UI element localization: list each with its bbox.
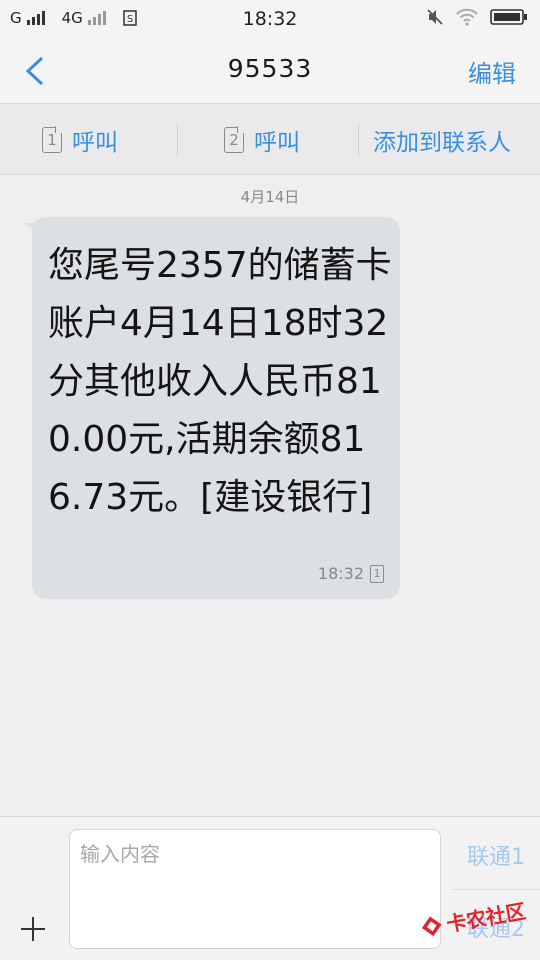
message-text: 您尾号2357的储蓄卡账户4月14日18时32分其他收入人民币810.00元,活… [48,245,392,518]
sim1-icon: 1 [370,564,384,583]
call-actions-bar: 1 呼叫 2 呼叫 添加到联系人 [0,105,540,175]
message-time: 18:32 [317,564,364,583]
sim1-icon: 1 [42,127,62,153]
mute-icon [427,9,443,25]
action-divider [177,124,178,156]
wifi-icon [456,8,478,26]
send-sim1-button[interactable]: 联通1 [452,839,540,871]
message-meta: 18:32 1 [318,564,384,583]
battery-icon [490,9,527,25]
message-date: 4月14日 [240,188,300,206]
conversation-header: 95533 编辑 [0,36,540,104]
call-sim1-label: 呼叫 [72,130,118,156]
status-right [426,8,528,26]
add-attachment-icon[interactable] [18,914,48,944]
call-sim1-button[interactable]: 1 呼叫 [42,123,118,157]
edit-button[interactable]: 编辑 [468,54,516,89]
send-divider [452,889,540,890]
status-bar: G 4G S 18:32 [0,0,540,36]
add-to-contacts-button[interactable]: 添加到联系人 [373,123,511,157]
sim2-icon: 2 [224,127,244,153]
contact-number-title: 95533 [227,54,313,83]
call-sim2-label: 呼叫 [254,130,300,156]
watermark-logo-icon [421,915,442,936]
message-bubble[interactable]: 您尾号2357的储蓄卡账户4月14日18时32分其他收入人民币810.00元,活… [24,217,400,599]
message-composer: 联通1 联通2 [0,816,540,960]
action-divider [358,124,359,156]
message-input[interactable] [69,829,441,949]
call-sim2-button[interactable]: 2 呼叫 [224,123,300,157]
back-icon[interactable] [20,54,50,88]
